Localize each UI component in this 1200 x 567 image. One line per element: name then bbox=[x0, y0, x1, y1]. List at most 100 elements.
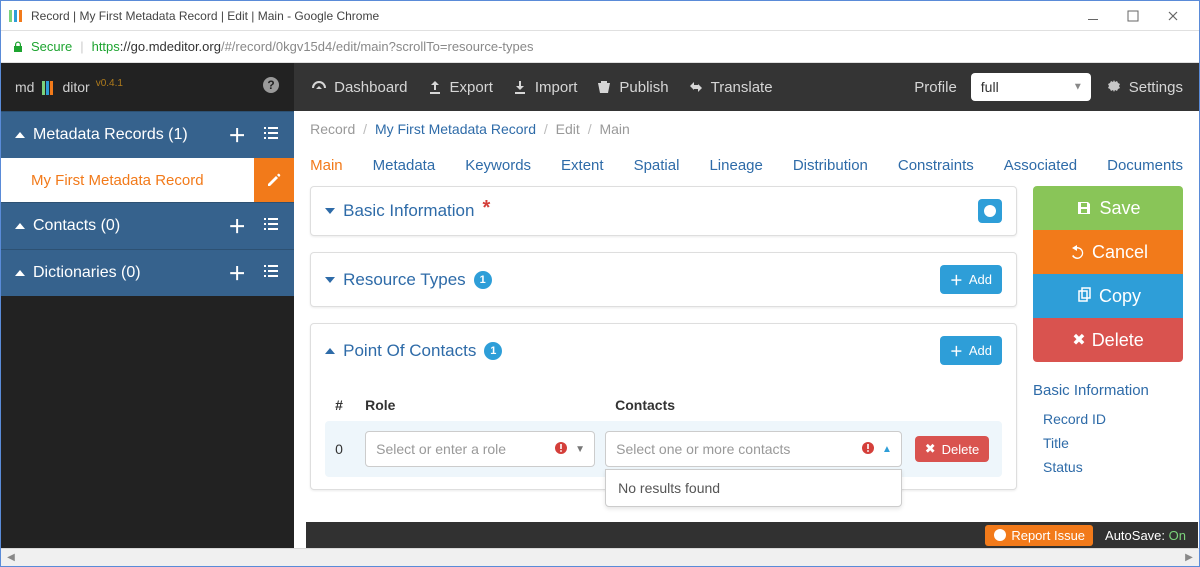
status-bar: Report Issue AutoSave: On bbox=[306, 522, 1198, 548]
section-nav-item[interactable]: Title bbox=[1033, 431, 1183, 455]
count-badge: 1 bbox=[474, 271, 492, 289]
window-maximize-button[interactable] bbox=[1113, 2, 1153, 30]
svg-text:?: ? bbox=[267, 78, 274, 92]
nav-translate[interactable]: Translate bbox=[687, 78, 773, 96]
tab-distribution[interactable]: Distribution bbox=[793, 157, 868, 174]
save-icon bbox=[1075, 199, 1093, 217]
window-minimize-button[interactable] bbox=[1073, 2, 1113, 30]
tab-extent[interactable]: Extent bbox=[561, 157, 604, 174]
report-issue-button[interactable]: Report Issue bbox=[985, 525, 1093, 546]
breadcrumb-item: Record bbox=[310, 121, 355, 137]
save-button[interactable]: Save bbox=[1033, 186, 1183, 230]
add-record-icon[interactable]: ＋ bbox=[228, 122, 246, 148]
github-icon bbox=[993, 528, 1007, 542]
warning-icon bbox=[554, 441, 568, 458]
translate-icon bbox=[687, 78, 705, 96]
delete-button[interactable]: ✖ Delete bbox=[1033, 318, 1183, 362]
tab-associated[interactable]: Associated bbox=[1004, 157, 1077, 174]
nav-publish[interactable]: Publish bbox=[595, 78, 668, 96]
status-indicator[interactable] bbox=[978, 199, 1002, 223]
edit-record-button[interactable] bbox=[254, 158, 294, 202]
help-icon[interactable]: ? bbox=[262, 76, 280, 99]
add-resource-type-button[interactable]: ＋Add bbox=[940, 265, 1002, 294]
add-contact-icon[interactable]: ＋ bbox=[228, 213, 246, 239]
breadcrumb-item: Main bbox=[599, 121, 629, 137]
panel-resource-header[interactable]: Resource Types 1 ＋Add bbox=[311, 253, 1016, 306]
tab-spatial[interactable]: Spatial bbox=[634, 157, 680, 174]
delete-row-button[interactable]: ✖Delete bbox=[915, 436, 989, 462]
list-icon[interactable] bbox=[262, 262, 280, 285]
add-contact-button[interactable]: ＋Add bbox=[940, 336, 1002, 365]
count-badge: 1 bbox=[484, 342, 502, 360]
lock-icon bbox=[11, 40, 25, 54]
undo-icon bbox=[1068, 243, 1086, 261]
copy-button[interactable]: Copy bbox=[1033, 274, 1183, 318]
scroll-left-icon[interactable]: ◀ bbox=[3, 551, 19, 565]
chevron-up-icon bbox=[15, 270, 25, 276]
cancel-button[interactable]: Cancel bbox=[1033, 230, 1183, 274]
column-index-header: # bbox=[335, 397, 365, 413]
chevron-up-icon: ▲ bbox=[879, 444, 895, 455]
tab-documents[interactable]: Documents bbox=[1107, 157, 1183, 174]
browser-url[interactable]: https://go.mdeditor.org/#/record/0kgv15d… bbox=[92, 39, 534, 54]
chevron-down-icon: ▼ bbox=[572, 444, 588, 455]
no-results-text: No results found bbox=[618, 480, 720, 496]
chevron-down-icon bbox=[325, 277, 335, 283]
nav-import[interactable]: Import bbox=[511, 78, 578, 96]
tab-lineage[interactable]: Lineage bbox=[709, 157, 762, 174]
sidebar-section-metadata-records[interactable]: Metadata Records (1) ＋ bbox=[1, 111, 294, 158]
tab-main[interactable]: Main bbox=[310, 157, 343, 174]
app-sidebar: md ditor v0.4.1 ? Metadata Records (1) ＋ bbox=[1, 63, 294, 550]
nav-export[interactable]: Export bbox=[426, 78, 493, 96]
sidebar-record-item[interactable]: My First Metadata Record bbox=[1, 158, 294, 202]
warning-icon bbox=[861, 441, 875, 458]
profile-label: Profile bbox=[914, 79, 957, 96]
panel-resource-types: Resource Types 1 ＋Add bbox=[310, 252, 1017, 307]
section-nav: Basic Information Record ID Title Status bbox=[1033, 382, 1183, 479]
column-contacts-header: Contacts bbox=[615, 397, 912, 413]
record-item-label: My First Metadata Record bbox=[1, 160, 254, 201]
tab-keywords[interactable]: Keywords bbox=[465, 157, 531, 174]
secure-indicator: Secure bbox=[11, 39, 72, 54]
publish-icon bbox=[595, 78, 613, 96]
list-icon[interactable] bbox=[262, 215, 280, 238]
contacts-dropdown: No results found bbox=[605, 469, 902, 507]
profile-select[interactable]: full ▼ bbox=[971, 73, 1091, 101]
section-nav-item[interactable]: Status bbox=[1033, 455, 1183, 479]
add-dictionary-icon[interactable]: ＋ bbox=[228, 260, 246, 286]
chevron-up-icon bbox=[325, 348, 335, 354]
poc-row: 0 Select or enter a role ▼ bbox=[325, 421, 1002, 477]
horizontal-scrollbar[interactable]: ◀ ▶ bbox=[1, 548, 1199, 566]
section-nav-header[interactable]: Basic Information bbox=[1033, 382, 1183, 399]
panel-point-of-contacts: Point Of Contacts 1 ＋Add # Role Contacts bbox=[310, 323, 1017, 490]
contacts-select[interactable]: Select one or more contacts ▲ bbox=[605, 431, 902, 467]
brand-prefix: md bbox=[15, 79, 34, 95]
nav-dashboard[interactable]: Dashboard bbox=[310, 78, 407, 96]
sidebar-section-contacts[interactable]: Contacts (0) ＋ bbox=[1, 202, 294, 249]
panel-poc-header[interactable]: Point Of Contacts 1 ＋Add bbox=[311, 324, 1016, 377]
breadcrumb-item: Edit bbox=[556, 121, 580, 137]
window-close-button[interactable] bbox=[1153, 2, 1193, 30]
app-favicon bbox=[9, 8, 25, 24]
close-icon: ✖ bbox=[1072, 330, 1085, 350]
secure-label: Secure bbox=[31, 39, 72, 54]
browser-titlebar: Record | My First Metadata Record | Edit… bbox=[1, 1, 1199, 31]
browser-title: Record | My First Metadata Record | Edit… bbox=[31, 9, 379, 23]
sidebar-section-dictionaries[interactable]: Dictionaries (0) ＋ bbox=[1, 249, 294, 296]
topbar: Dashboard Export Import Publish bbox=[294, 63, 1199, 111]
section-nav-item[interactable]: Record ID bbox=[1033, 407, 1183, 431]
copy-icon bbox=[1075, 287, 1093, 305]
panel-basic-header[interactable]: Basic Information * bbox=[311, 187, 1016, 235]
tab-bar: Main Metadata Keywords Extent Spatial Li… bbox=[294, 147, 1199, 186]
autosave-status: AutoSave: On bbox=[1105, 528, 1186, 543]
nav-settings[interactable]: Settings bbox=[1105, 78, 1183, 96]
tab-metadata[interactable]: Metadata bbox=[373, 157, 436, 174]
role-select[interactable]: Select or enter a role ▼ bbox=[365, 431, 595, 467]
scroll-right-icon[interactable]: ▶ bbox=[1181, 551, 1197, 565]
brand-version: v0.4.1 bbox=[96, 78, 123, 89]
list-icon[interactable] bbox=[262, 124, 280, 147]
close-icon: ✖ bbox=[925, 441, 936, 457]
breadcrumb-link[interactable]: My First Metadata Record bbox=[375, 121, 536, 137]
import-icon bbox=[511, 78, 529, 96]
tab-constraints[interactable]: Constraints bbox=[898, 157, 974, 174]
